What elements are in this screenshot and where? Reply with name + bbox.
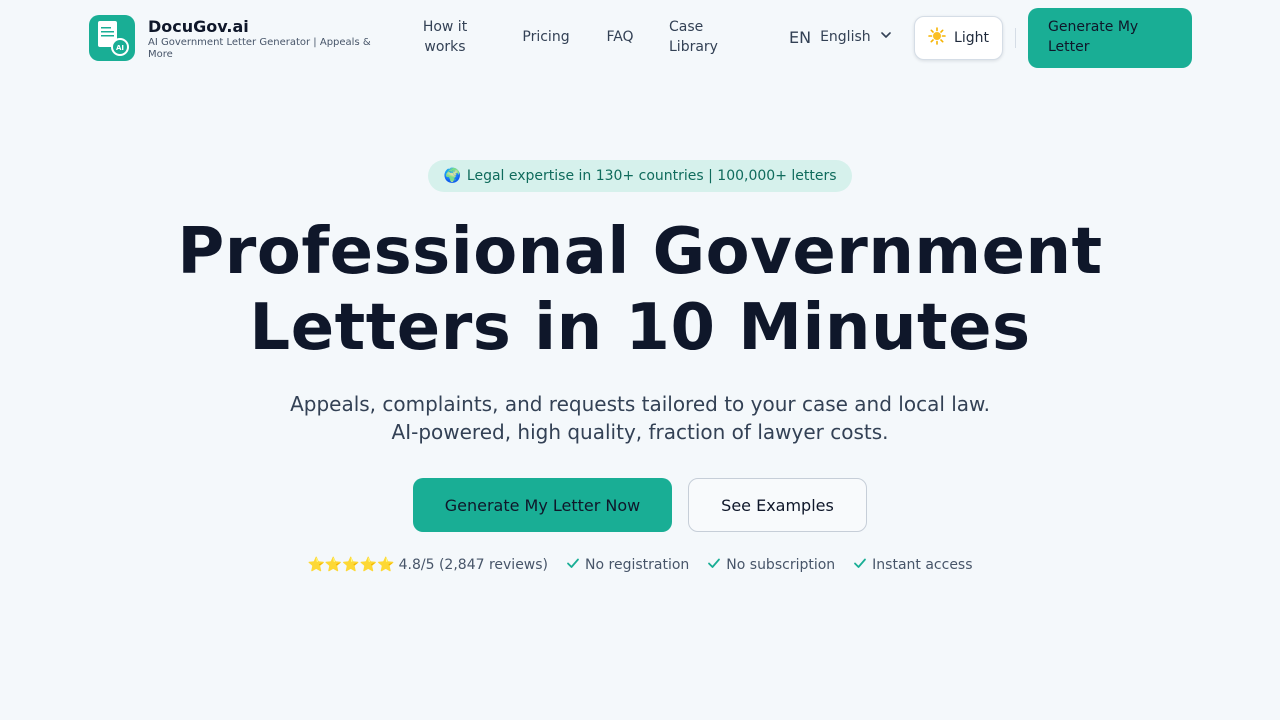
check-icon <box>566 556 580 574</box>
header-divider <box>1015 28 1016 48</box>
site-header: AI DocuGov.ai AI Government Letter Gener… <box>0 0 1280 76</box>
headline-line-1: Professional Government <box>177 215 1103 289</box>
brand-name: DocuGov.ai <box>148 17 249 36</box>
language-code: EN <box>789 27 812 47</box>
trust-bar: ⭐⭐⭐⭐⭐ 4.8/5 (2,847 reviews) No registrat… <box>0 555 1280 575</box>
generate-letter-now-button[interactable]: Generate My Letter Now <box>413 478 672 532</box>
see-examples-button[interactable]: See Examples <box>688 478 867 532</box>
globe-icon: 🌍 <box>443 168 461 184</box>
rating-stars-icon: ⭐⭐⭐⭐⭐ <box>307 557 395 573</box>
trust-item-label: No registration <box>585 557 690 573</box>
theme-toggle-label: Light <box>954 30 989 46</box>
trust-item: No subscription <box>707 556 835 574</box>
theme-toggle-button[interactable]: Light <box>914 16 1003 60</box>
expertise-badge: 🌍 Legal expertise in 130+ countries | 10… <box>428 160 852 192</box>
sun-icon <box>928 27 946 49</box>
nav-case-library[interactable]: Case Library <box>669 17 729 57</box>
language-selector[interactable]: EN English <box>789 27 893 47</box>
rating-text: 4.8/5 (2,847 reviews) <box>398 557 549 573</box>
hero-subhead: Appeals, complaints, and requests tailor… <box>290 392 990 444</box>
logo[interactable]: AI <box>89 15 135 61</box>
check-icon <box>853 556 867 574</box>
trust-item-label: Instant access <box>872 557 973 573</box>
document-ai-icon: AI <box>89 15 135 61</box>
brand[interactable]: DocuGov.ai AI Government Letter Generato… <box>148 17 388 61</box>
generate-letter-header-button[interactable]: Generate My Letter <box>1028 8 1192 68</box>
trust-item: Instant access <box>853 556 973 574</box>
logo-badge-text: AI <box>116 44 124 52</box>
badge-text: Legal expertise in 130+ countries | 100,… <box>466 168 837 184</box>
language-label: English <box>820 29 871 45</box>
chevron-down-icon <box>879 28 893 46</box>
nav-pricing[interactable]: Pricing <box>516 27 576 47</box>
nav-faq[interactable]: FAQ <box>600 27 640 47</box>
hero-headline: Professional Government Letters in 10 Mi… <box>140 214 1140 366</box>
trust-item: No registration <box>566 556 689 574</box>
brand-tagline: AI Government Letter Generator | Appeals… <box>148 37 371 60</box>
nav-how-it-works[interactable]: How it works <box>410 17 480 57</box>
check-icon <box>707 556 721 574</box>
headline-line-2: Letters in 10 Minutes <box>249 291 1031 365</box>
trust-item-label: No subscription <box>726 557 836 573</box>
